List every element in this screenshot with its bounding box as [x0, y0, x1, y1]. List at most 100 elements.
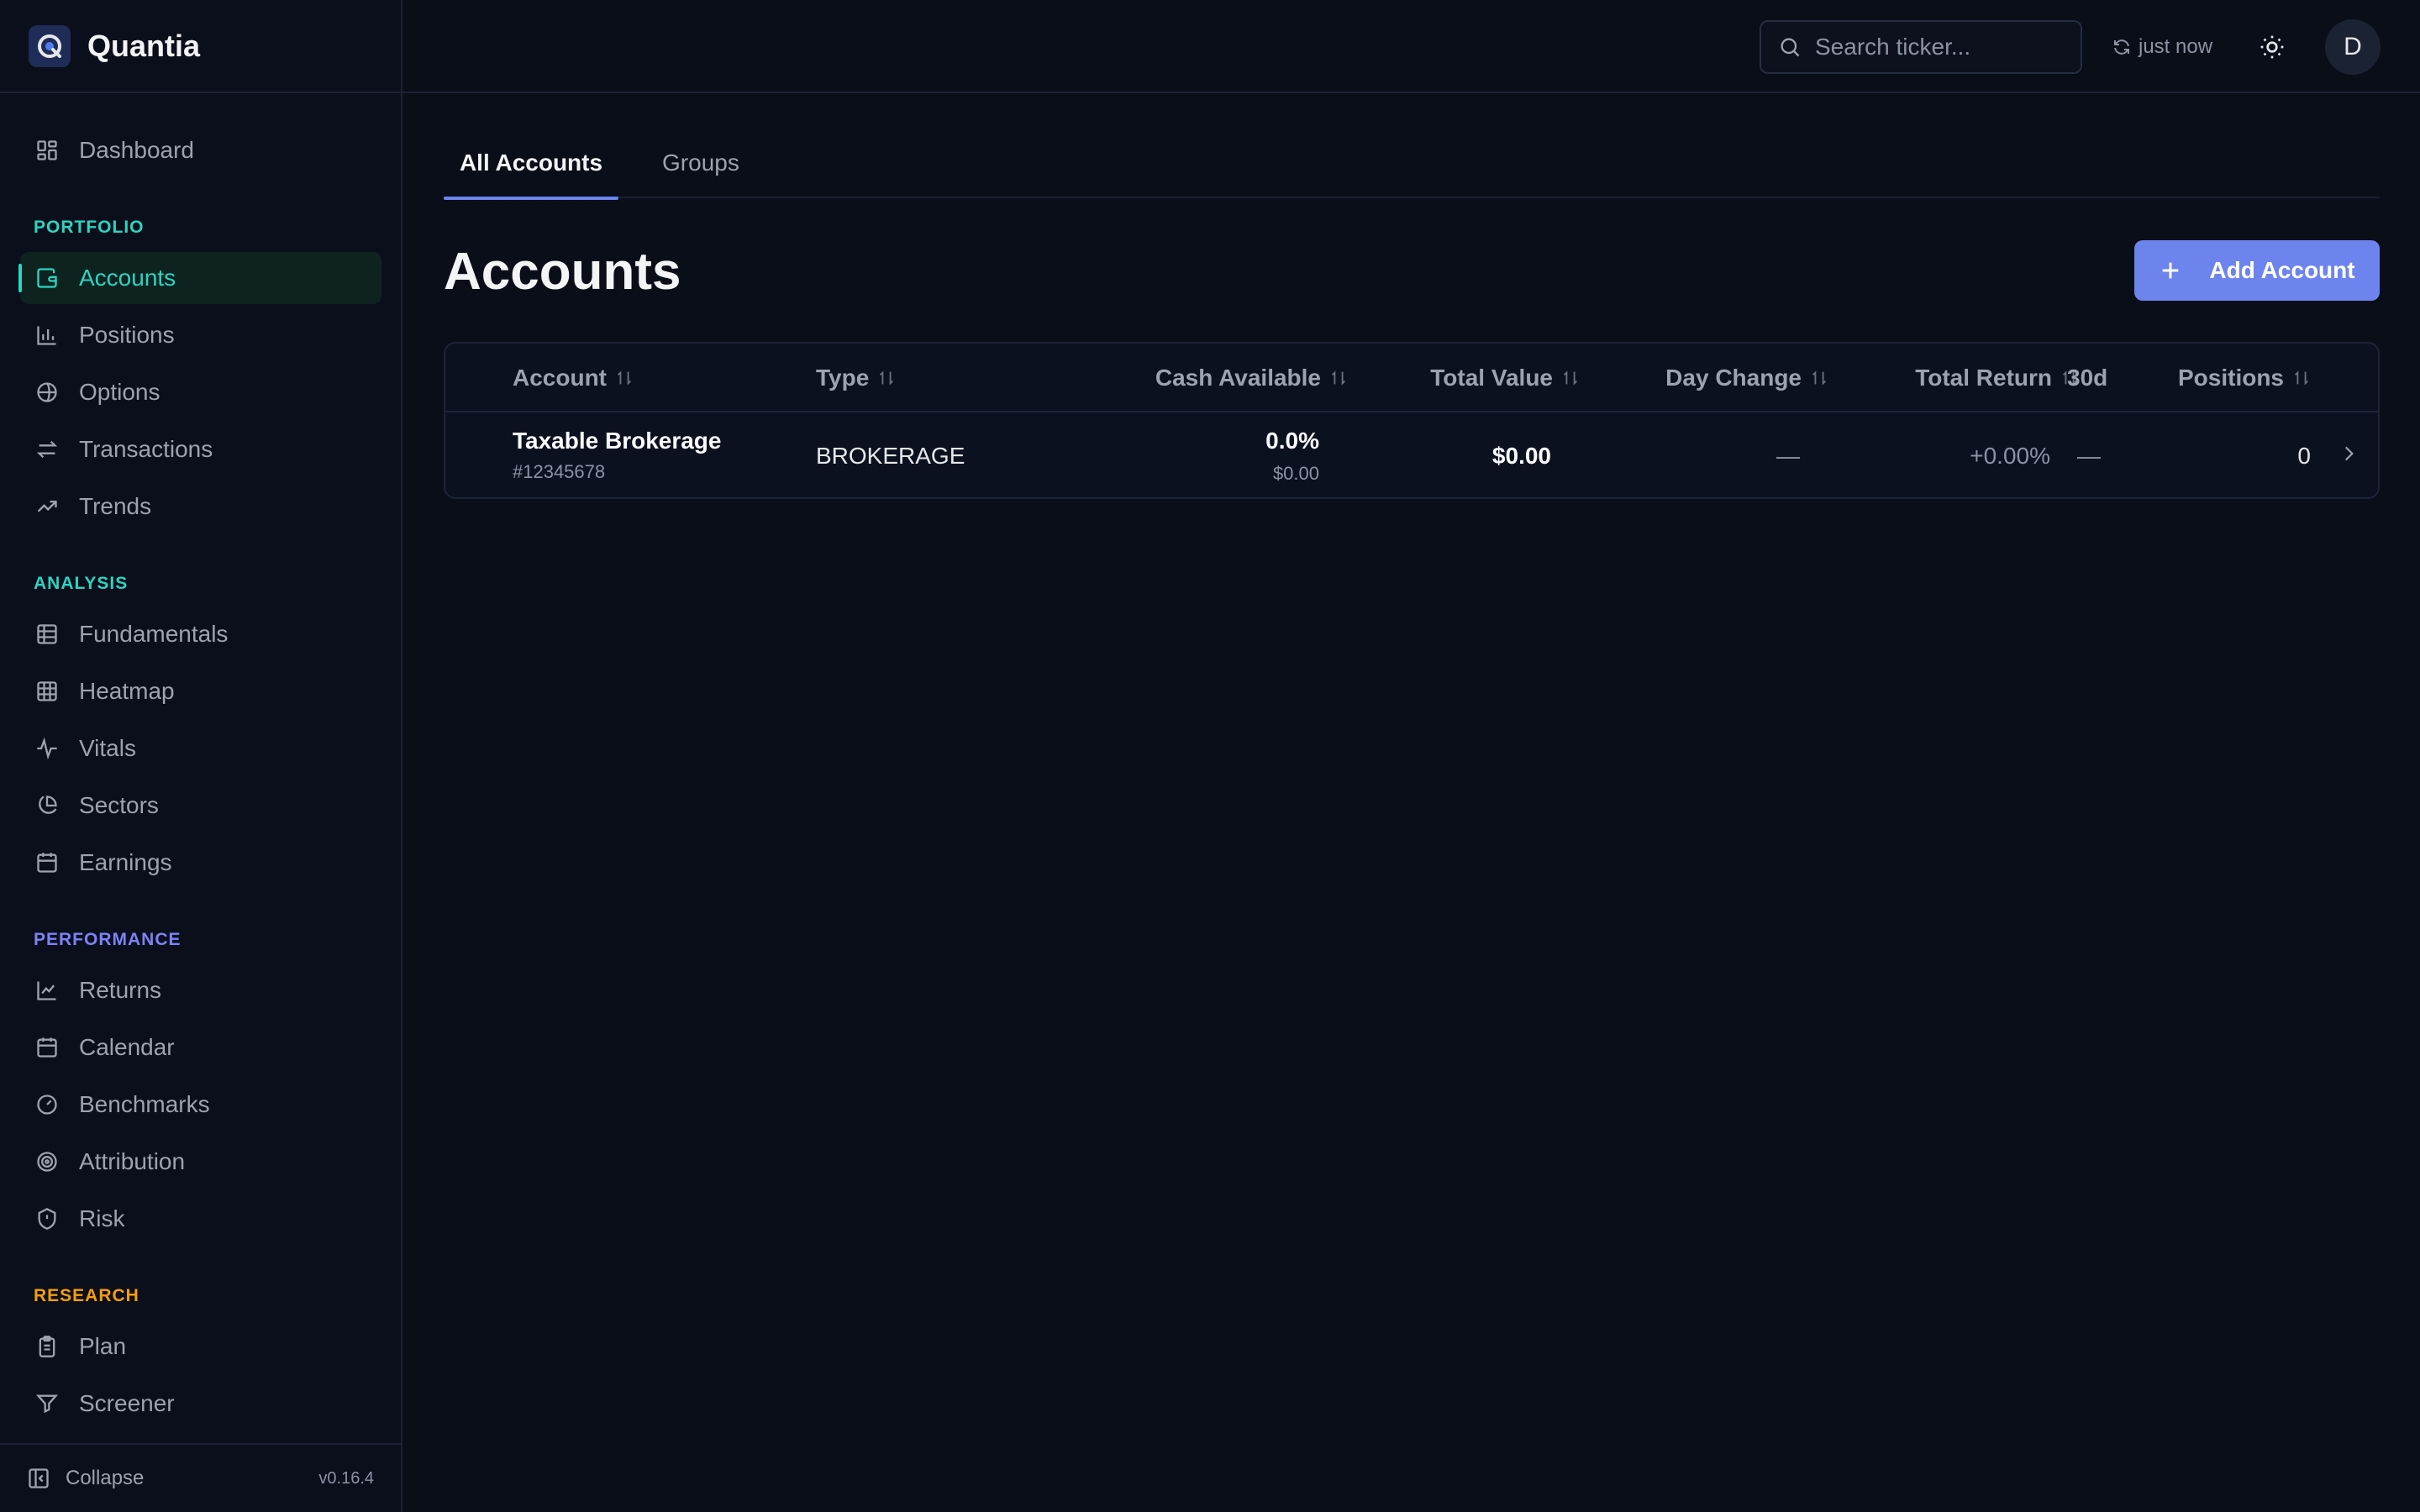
- search-icon: [1781, 38, 1800, 57]
- refresh-icon: [2114, 39, 2129, 55]
- sun-icon: [2260, 35, 2284, 59]
- quantia-logo-icon: [29, 24, 71, 67]
- sidebar-item-label: Benchmarks: [79, 1091, 210, 1117]
- refresh-status: just now: [2139, 35, 2213, 58]
- sidebar-item-benchmarks[interactable]: Benchmarks: [20, 1079, 381, 1131]
- sidebar-item-risk[interactable]: Risk: [20, 1193, 381, 1245]
- column-label: Day Change: [1665, 365, 1802, 391]
- sidebar-item-plan[interactable]: Plan: [20, 1320, 381, 1373]
- dashboard-icon: [34, 137, 60, 164]
- sidebar-item-positions[interactable]: Positions: [20, 309, 381, 361]
- column-30d: 30d: [2067, 365, 2108, 391]
- search-box[interactable]: [1760, 20, 2082, 74]
- sidebar-item-earnings[interactable]: Earnings: [20, 837, 381, 889]
- sidebar-item-screener[interactable]: Screener: [20, 1378, 381, 1430]
- sidebar-item-label: Sectors: [79, 792, 159, 818]
- refresh-button[interactable]: just now: [2112, 29, 2212, 66]
- calendar-icon: [34, 849, 60, 876]
- app-root: Quantia Dashboard PORTFOLIO Accounts Pos…: [0, 0, 2420, 1512]
- sidebar-item-heatmap[interactable]: Heatmap: [20, 665, 381, 717]
- sort-icon: [2292, 369, 2311, 387]
- sidebar-item-returns[interactable]: Returns: [20, 964, 381, 1016]
- column-positions[interactable]: Positions: [2178, 344, 2311, 412]
- calendar-icon: [34, 1034, 60, 1061]
- sidebar-item-accounts[interactable]: Accounts: [18, 252, 381, 304]
- column-account[interactable]: Account: [513, 344, 634, 412]
- cash-amount: $0.00: [1272, 463, 1319, 484]
- sidebar-item-trends[interactable]: Trends: [20, 480, 381, 533]
- section-research: RESEARCH: [34, 1286, 139, 1305]
- sidebar-item-label: Accounts: [79, 265, 176, 291]
- wallet-icon: [34, 265, 60, 291]
- section-performance: PERFORMANCE: [34, 930, 182, 949]
- top-bar: just now D: [402, 0, 2420, 93]
- sidebar-item-label: Dashboard: [79, 137, 194, 163]
- sort-icon: [615, 369, 634, 387]
- sidebar-item-label: Risk: [79, 1205, 125, 1231]
- sidebar: Quantia Dashboard PORTFOLIO Accounts Pos…: [0, 0, 402, 1512]
- sidebar-item-attribution[interactable]: Attribution: [20, 1136, 381, 1188]
- sidebar-item-options[interactable]: Options: [20, 366, 381, 418]
- account-number: #12345678: [513, 461, 606, 482]
- brand-name: Quantia: [87, 28, 201, 63]
- clipboard-icon: [34, 1333, 60, 1360]
- column-day-change[interactable]: Day Change: [1665, 344, 1828, 412]
- sort-icon: [1329, 369, 1348, 387]
- sidebar-item-calendar[interactable]: Calendar: [20, 1021, 381, 1074]
- sidebar-item-dashboard[interactable]: Dashboard: [20, 124, 381, 176]
- filter-icon: [34, 1390, 60, 1417]
- section-portfolio: PORTFOLIO: [34, 218, 145, 237]
- sidebar-item-sectors[interactable]: Sectors: [20, 780, 381, 832]
- panel-collapse-icon: [29, 1468, 49, 1488]
- sidebar-item-vitals[interactable]: Vitals: [20, 722, 381, 774]
- day-change: —: [1776, 443, 1800, 469]
- target-icon: [34, 1148, 60, 1175]
- aperture-icon: [34, 379, 60, 406]
- table-row[interactable]: Taxable Brokerage #12345678 BROKERAGE 0.…: [445, 412, 2378, 497]
- chevron-right-icon: [2338, 443, 2360, 470]
- plus-icon: [2159, 259, 2182, 282]
- tab-all-accounts[interactable]: All Accounts: [444, 134, 618, 200]
- search-input[interactable]: [1815, 34, 2067, 60]
- trending-up-icon: [34, 493, 60, 520]
- theme-toggle-button[interactable]: [2255, 30, 2289, 64]
- column-total-value[interactable]: Total Value: [1430, 344, 1580, 412]
- sort-icon: [1561, 369, 1580, 387]
- app-version: v0.16.4: [318, 1468, 374, 1488]
- column-label: Positions: [2177, 365, 2284, 391]
- gauge-icon: [34, 1091, 60, 1118]
- account-type: BROKERAGE: [816, 443, 965, 469]
- user-avatar[interactable]: D: [2325, 19, 2381, 75]
- sidebar-item-fundamentals[interactable]: Fundamentals: [20, 608, 381, 660]
- sidebar-footer: Collapse v0.16.4: [0, 1443, 401, 1512]
- tab-groups[interactable]: Groups: [662, 134, 780, 198]
- sort-icon: [877, 369, 896, 387]
- brand[interactable]: Quantia: [0, 0, 401, 93]
- total-return: +0.00%: [1970, 443, 2050, 469]
- table-header: Account Type Cash Available Total Value …: [445, 344, 2378, 412]
- page-title: Accounts: [444, 243, 681, 301]
- column-label: Total Value: [1430, 365, 1553, 391]
- activity-icon: [34, 735, 60, 762]
- collapse-button[interactable]: Collapse: [27, 1467, 144, 1490]
- sort-icon: [1810, 369, 1828, 387]
- column-cash-available[interactable]: Cash Available: [1155, 344, 1348, 412]
- sidebar-item-label: Earnings: [79, 849, 172, 875]
- sidebar-item-label: Screener: [79, 1390, 175, 1416]
- column-label: Type: [816, 365, 870, 391]
- line-chart-icon: [34, 977, 60, 1004]
- sidebar-item-label: Plan: [79, 1333, 127, 1359]
- add-account-button[interactable]: Add Account: [2134, 240, 2380, 301]
- cash-percent: 0.0%: [1265, 428, 1319, 454]
- account-name: Taxable Brokerage: [513, 428, 722, 454]
- section-analysis: ANALYSIS: [34, 574, 129, 593]
- column-type[interactable]: Type: [816, 344, 896, 412]
- column-label: Cash Available: [1155, 365, 1321, 391]
- pie-chart-icon: [34, 792, 60, 819]
- grid-icon: [34, 678, 60, 705]
- sidebar-item-label: Calendar: [79, 1034, 175, 1060]
- add-account-label: Add Account: [2209, 257, 2355, 283]
- accounts-table: Account Type Cash Available Total Value …: [444, 342, 2380, 499]
- column-total-return[interactable]: Total Return: [1915, 344, 2079, 412]
- sidebar-item-transactions[interactable]: Transactions: [20, 423, 381, 475]
